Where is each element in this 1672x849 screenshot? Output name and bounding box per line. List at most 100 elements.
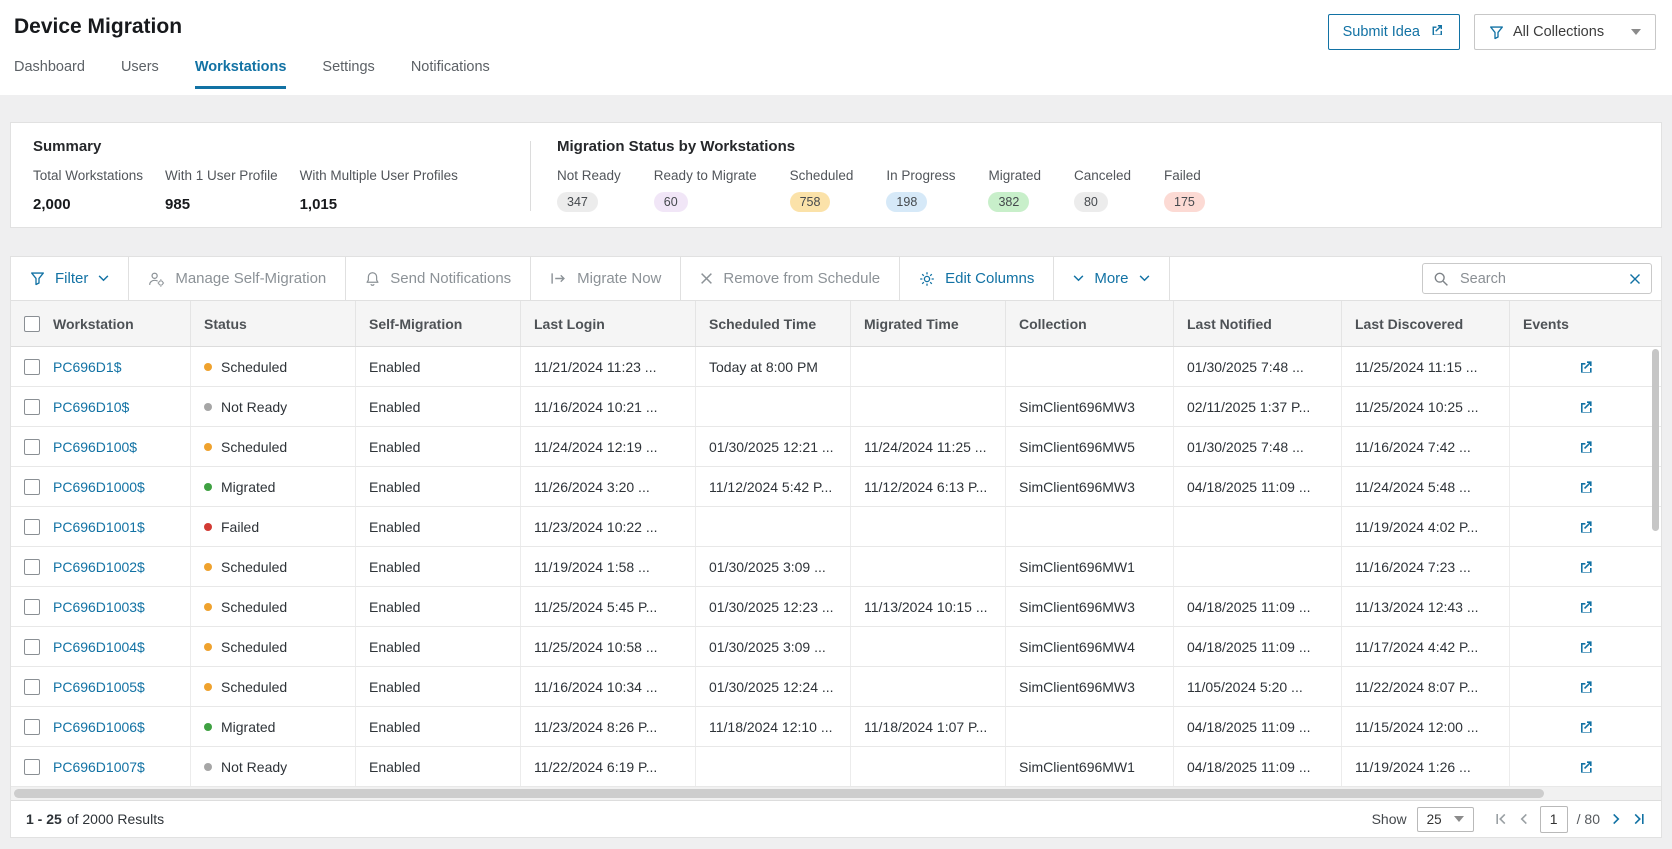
cell-collection: SimClient696MW4 xyxy=(1006,627,1174,666)
header-actions: Submit Idea All Collections xyxy=(1328,14,1656,50)
cell-workstation: PC696D1001$ xyxy=(11,507,191,546)
tab-dashboard[interactable]: Dashboard xyxy=(14,59,85,89)
cell-last-discovered: 11/22/2024 8:07 P... xyxy=(1342,667,1510,706)
last-page-button[interactable] xyxy=(1632,812,1646,826)
cell-status: Scheduled xyxy=(191,427,356,466)
status-text: Scheduled xyxy=(221,359,287,375)
open-events-button[interactable] xyxy=(1577,358,1595,376)
page-number-input[interactable] xyxy=(1540,806,1568,833)
cell-last-login: 11/22/2024 6:19 P... xyxy=(521,747,696,786)
workstation-link[interactable]: PC696D1007$ xyxy=(53,759,145,775)
open-events-button[interactable] xyxy=(1577,558,1595,576)
submit-idea-button[interactable]: Submit Idea xyxy=(1328,14,1460,50)
cell-scheduled-time: Today at 8:00 PM xyxy=(696,347,851,386)
search-clear-icon[interactable] xyxy=(1629,273,1641,285)
main-content: Summary Total Workstations2,000With 1 Us… xyxy=(0,95,1672,849)
open-events-button[interactable] xyxy=(1577,398,1595,416)
cell-self-migration: Enabled xyxy=(356,707,521,746)
edit-columns-button[interactable]: Edit Columns xyxy=(900,257,1054,300)
open-events-button[interactable] xyxy=(1577,478,1595,496)
grid-toolbar: Filter Manage Self-MigrationSend Notific… xyxy=(11,257,1661,301)
remove-from-schedule-button[interactable]: Remove from Schedule xyxy=(681,257,900,300)
next-page-button[interactable] xyxy=(1609,812,1623,826)
migrate-icon xyxy=(550,271,567,286)
workstation-link[interactable]: PC696D1001$ xyxy=(53,519,145,535)
more-button[interactable]: More xyxy=(1054,257,1169,300)
cell-events xyxy=(1510,667,1661,706)
cell-scheduled-time: 01/30/2025 12:23 ... xyxy=(696,587,851,626)
status-count-badge: 347 xyxy=(557,192,598,212)
open-events-button[interactable] xyxy=(1577,758,1595,776)
first-page-button[interactable] xyxy=(1494,812,1508,826)
workstation-link[interactable]: PC696D10$ xyxy=(53,399,129,415)
row-checkbox[interactable] xyxy=(24,639,40,655)
table-horizontal-scrollbar[interactable] xyxy=(14,789,1544,798)
summary-stat-with-multiple-user-profiles: With Multiple User Profiles1,015 xyxy=(300,168,458,213)
status-text: Failed xyxy=(221,519,259,535)
filter-funnel-icon xyxy=(1489,25,1504,40)
open-events-button[interactable] xyxy=(1577,718,1595,736)
person-gear-icon xyxy=(148,271,165,287)
workstation-link[interactable]: PC696D1006$ xyxy=(53,719,145,735)
row-checkbox[interactable] xyxy=(24,599,40,615)
tab-users[interactable]: Users xyxy=(121,59,159,89)
row-checkbox[interactable] xyxy=(24,719,40,735)
column-header-last-notified: Last Notified xyxy=(1174,301,1342,346)
workstation-link[interactable]: PC696D1004$ xyxy=(53,639,145,655)
column-header-label: Last Notified xyxy=(1187,316,1272,332)
row-checkbox[interactable] xyxy=(24,399,40,415)
cell-migrated-time xyxy=(851,347,1006,386)
workstation-link[interactable]: PC696D100$ xyxy=(53,439,137,455)
open-events-button[interactable] xyxy=(1577,438,1595,456)
row-checkbox[interactable] xyxy=(24,679,40,695)
tab-notifications[interactable]: Notifications xyxy=(411,59,490,89)
cell-last-discovered: 11/25/2024 11:15 ... xyxy=(1342,347,1510,386)
select-all-checkbox[interactable] xyxy=(24,316,40,332)
cell-last-notified: 02/11/2025 1:37 P... xyxy=(1174,387,1342,426)
status-label: Ready to Migrate xyxy=(654,168,757,183)
migrate-now-button[interactable]: Migrate Now xyxy=(531,257,681,300)
open-events-button[interactable] xyxy=(1577,518,1595,536)
cell-last-notified: 01/30/2025 7:48 ... xyxy=(1174,347,1342,386)
migration-status-section: Migration Status by Workstations Not Rea… xyxy=(557,138,1205,227)
cell-scheduled-time: 11/18/2024 12:10 ... xyxy=(696,707,851,746)
open-events-button[interactable] xyxy=(1577,638,1595,656)
send-notifications-button[interactable]: Send Notifications xyxy=(346,257,531,300)
workstation-link[interactable]: PC696D1003$ xyxy=(53,599,145,615)
cell-migrated-time xyxy=(851,667,1006,706)
search-input[interactable] xyxy=(1458,270,1620,288)
row-checkbox[interactable] xyxy=(24,439,40,455)
column-header-events: Events xyxy=(1510,301,1661,346)
cell-migrated-time: 11/12/2024 6:13 P... xyxy=(851,467,1006,506)
tab-settings[interactable]: Settings xyxy=(322,59,374,89)
filter-button[interactable]: Filter xyxy=(11,257,129,300)
cell-workstation: PC696D1003$ xyxy=(11,587,191,626)
cell-self-migration: Enabled xyxy=(356,507,521,546)
table-vertical-scrollbar[interactable] xyxy=(1652,349,1659,531)
row-checkbox[interactable] xyxy=(24,559,40,575)
row-checkbox[interactable] xyxy=(24,359,40,375)
page-size-select[interactable]: 25 xyxy=(1417,807,1474,832)
open-events-button[interactable] xyxy=(1577,598,1595,616)
row-checkbox[interactable] xyxy=(24,479,40,495)
row-checkbox[interactable] xyxy=(24,759,40,775)
chevron-down-icon xyxy=(1139,275,1150,282)
toolbar-action-label: Remove from Schedule xyxy=(723,270,880,287)
workstations-table: WorkstationStatusSelf-MigrationLast Logi… xyxy=(11,301,1661,800)
workstation-link[interactable]: PC696D1$ xyxy=(53,359,122,375)
collections-dropdown[interactable]: All Collections xyxy=(1474,14,1656,50)
cell-scheduled-time: 01/30/2025 3:09 ... xyxy=(696,627,851,666)
x-icon xyxy=(700,272,713,285)
manage-self-migration-button[interactable]: Manage Self-Migration xyxy=(129,257,346,300)
column-header-workstation: Workstation xyxy=(11,301,191,346)
workstation-link[interactable]: PC696D1000$ xyxy=(53,479,145,495)
open-events-button[interactable] xyxy=(1577,678,1595,696)
workstation-link[interactable]: PC696D1002$ xyxy=(53,559,145,575)
summary-card: Summary Total Workstations2,000With 1 Us… xyxy=(10,122,1662,228)
migration-status-ready-to-migrate: Ready to Migrate60 xyxy=(654,168,757,212)
workstation-link[interactable]: PC696D1005$ xyxy=(53,679,145,695)
previous-page-button[interactable] xyxy=(1517,812,1531,826)
row-checkbox[interactable] xyxy=(24,519,40,535)
tab-workstations[interactable]: Workstations xyxy=(195,59,287,89)
column-header-status: Status xyxy=(191,301,356,346)
